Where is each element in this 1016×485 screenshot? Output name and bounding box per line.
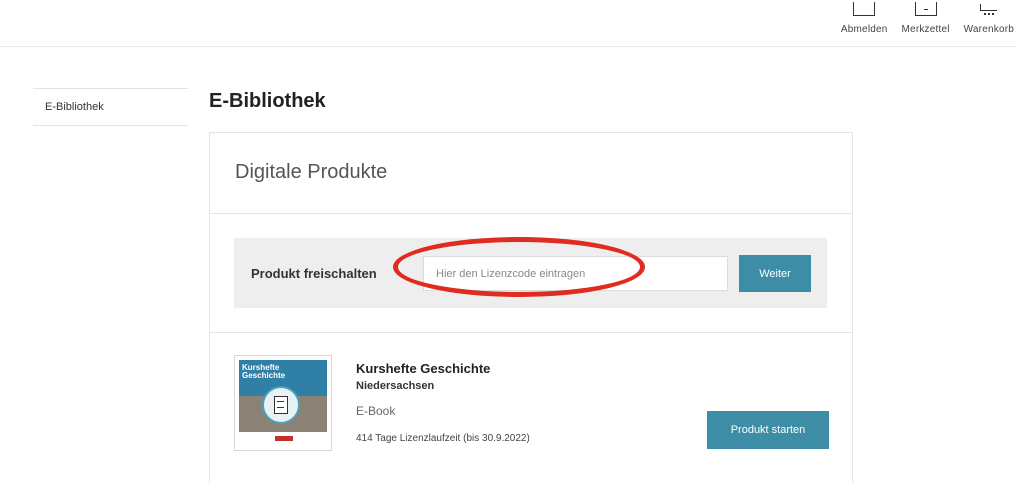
card-title: Digitale Produkte	[235, 161, 388, 183]
license-code-input[interactable]	[423, 256, 728, 291]
product-type: E-Book	[356, 404, 396, 418]
license-duration: 414 Tage Lizenzlaufzeit (bis 30.9.2022)	[356, 433, 530, 444]
sidebar: E-Bibliothek	[33, 88, 188, 126]
logout-label: Abmelden	[840, 24, 888, 35]
product-title[interactable]: Kurshefte Geschichte	[356, 361, 490, 376]
cart-label: Warenkorb	[963, 24, 1014, 35]
card-header: Digitale Produkte	[210, 133, 852, 214]
logout-link[interactable]: Abmelden	[841, 0, 888, 35]
start-product-button[interactable]: Produkt starten	[707, 411, 829, 449]
unlock-section: Produkt freischalten Weiter	[210, 214, 852, 333]
unlock-panel: Produkt freischalten Weiter	[234, 238, 827, 308]
page-title: E-Bibliothek	[209, 90, 326, 112]
product-subtitle: Niedersachsen	[356, 380, 435, 392]
sidebar-item-e-bibliothek[interactable]: E-Bibliothek	[33, 89, 188, 125]
notepad-icon	[914, 2, 937, 16]
notepad-label: Merkzettel	[901, 24, 950, 35]
continue-button[interactable]: Weiter	[739, 255, 811, 292]
ebook-document-icon	[274, 396, 288, 414]
ebook-badge-icon	[262, 386, 300, 424]
product-cover-image[interactable]: Kurshefte Geschichte	[234, 355, 332, 451]
digital-products-card: Digitale Produkte Produkt freischalten W…	[209, 132, 853, 483]
cover-title: Kurshefte Geschichte	[242, 363, 286, 380]
product-item: Kurshefte Geschichte Kurshefte Geschicht…	[210, 333, 852, 485]
unlock-label: Produkt freischalten	[251, 266, 377, 281]
publisher-logo	[275, 436, 293, 441]
cart-icon	[978, 2, 1000, 16]
notepad-link[interactable]: Merkzettel	[902, 0, 950, 35]
top-nav: Abmelden Merkzettel Warenkorb	[827, 0, 1016, 35]
top-header: Abmelden Merkzettel Warenkorb	[0, 0, 1016, 47]
cart-link[interactable]: Warenkorb	[964, 0, 1014, 35]
logout-icon	[853, 2, 876, 16]
